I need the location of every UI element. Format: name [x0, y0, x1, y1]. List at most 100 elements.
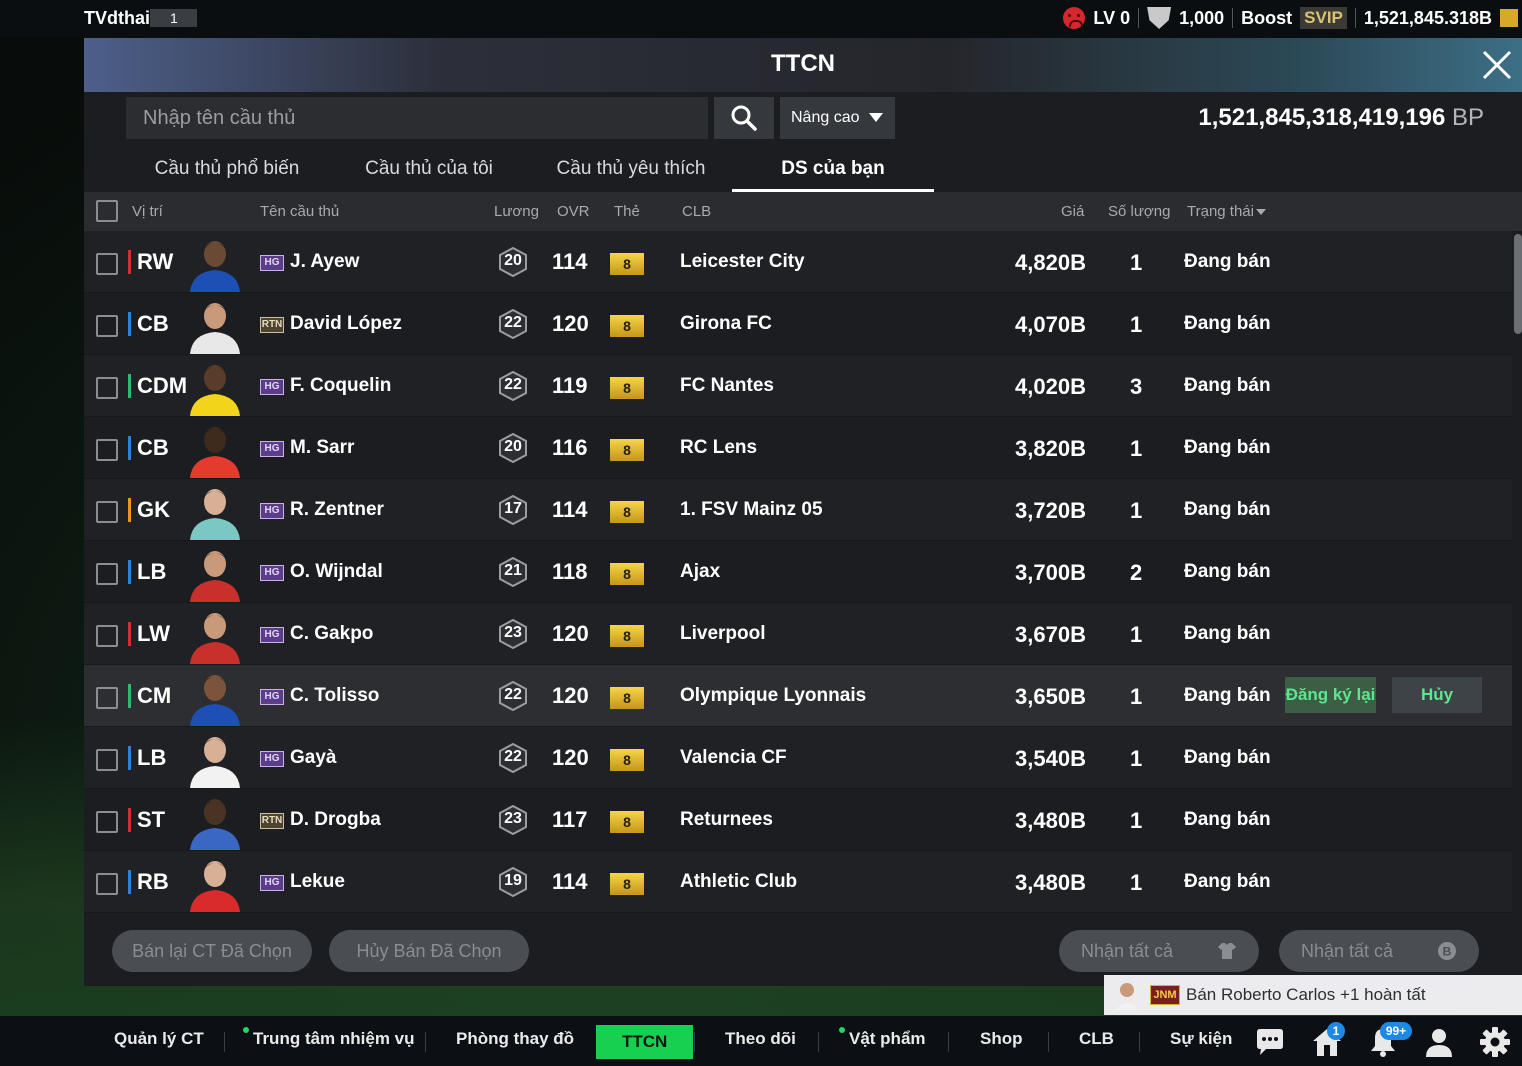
- season-badge: JNM: [1150, 985, 1180, 1005]
- table-row[interactable]: LB HG O. Wijndal 21 118 8 Ajax 3,700B 2 Đang bán: [84, 541, 1512, 603]
- chat-icon[interactable]: [1254, 1026, 1286, 1058]
- player-name[interactable]: David López: [290, 313, 402, 335]
- nav-locker-room[interactable]: Phòng thay đồ: [456, 1029, 574, 1049]
- relist-button[interactable]: Đăng ký lại: [1285, 677, 1376, 713]
- search-button[interactable]: [714, 97, 774, 139]
- row-checkbox[interactable]: [96, 439, 118, 461]
- player-position: RB: [128, 870, 169, 894]
- svip-badge[interactable]: SVIP: [1300, 7, 1347, 29]
- sale-notification[interactable]: JNM Bán Roberto Carlos +1 hoàn tất: [1104, 975, 1522, 1015]
- user-rank: 1: [150, 9, 197, 27]
- row-checkbox[interactable]: [96, 501, 118, 523]
- nav-transfer-market[interactable]: TTCN: [596, 1025, 694, 1059]
- close-icon[interactable]: [1480, 48, 1514, 82]
- resell-selected-button[interactable]: Bán lại CT Đã Chọn: [112, 930, 312, 972]
- row-checkbox[interactable]: [96, 253, 118, 275]
- player-name[interactable]: Lekue: [290, 871, 345, 893]
- search-input[interactable]: Nhập tên cầu thủ: [126, 97, 708, 139]
- tab-my-players[interactable]: Cầu thủ của tôi: [328, 152, 530, 192]
- table-row[interactable]: LB HG Gayà 22 120 8 Valencia CF 3,540B 1 Đang bán: [84, 727, 1512, 789]
- player-ovr: 120: [552, 745, 589, 770]
- row-checkbox[interactable]: [96, 315, 118, 337]
- tab-my-listings[interactable]: DS của bạn: [732, 152, 934, 192]
- nav-events[interactable]: Sự kiện: [1170, 1029, 1232, 1049]
- row-checkbox[interactable]: [96, 563, 118, 585]
- table-row[interactable]: CB RTN David López 22 120 8 Girona FC 4,070B 1 Đa…: [84, 293, 1512, 355]
- scrollbar[interactable]: [1514, 234, 1522, 334]
- player-name[interactable]: C. Gakpo: [290, 623, 373, 645]
- claim-all-bp-button[interactable]: Nhận tất cả B: [1279, 930, 1479, 972]
- player-avatar: [190, 241, 240, 292]
- col-ovr[interactable]: OVR: [557, 203, 590, 220]
- player-name[interactable]: F. Coquelin: [290, 375, 391, 397]
- col-status[interactable]: Trạng thái: [1187, 203, 1266, 220]
- player-position: LB: [128, 746, 166, 770]
- nav-player-management[interactable]: Quản lý CT: [114, 1029, 204, 1049]
- bp-coin-icon: B: [1438, 942, 1456, 960]
- player-name[interactable]: M. Sarr: [290, 437, 354, 459]
- col-quantity[interactable]: Số lượng: [1108, 203, 1170, 220]
- cancel-selected-button[interactable]: Hủy Bán Đã Chọn: [329, 930, 529, 972]
- listing-quantity: 3: [1130, 374, 1143, 399]
- col-club[interactable]: CLB: [682, 203, 711, 220]
- table-row[interactable]: GK HG R. Zentner 17 114 8 1. FSV Mainz 05 3,720…: [84, 479, 1512, 541]
- claim-all-items-button[interactable]: Nhận tất cả: [1059, 930, 1259, 972]
- cancel-listing-button[interactable]: Hủy: [1392, 677, 1482, 713]
- table-row[interactable]: CDM HG F. Coquelin 22 119 8 FC Nantes 4,020B 3 Đa…: [84, 355, 1512, 417]
- player-name[interactable]: C. Tolisso: [290, 685, 379, 707]
- player-club: Returnees: [680, 809, 773, 830]
- season-badge: HG: [260, 751, 284, 767]
- listing-price: 4,820B: [1015, 250, 1086, 275]
- mood-icon: [1063, 7, 1086, 29]
- nav-items[interactable]: Vật phẩm: [849, 1029, 926, 1049]
- card-level-badge: 8: [610, 563, 644, 585]
- player-name[interactable]: D. Drogba: [290, 809, 381, 831]
- table-row[interactable]: ST RTN D. Drogba 23 117 8 Returnees 3,480B 1 Đang…: [84, 789, 1512, 851]
- notification-dot: [243, 1027, 249, 1033]
- player-position: ST: [128, 808, 165, 832]
- tab-bar: Cầu thủ phổ biến Cầu thủ của tôi Cầu thủ…: [126, 152, 934, 192]
- profile-icon[interactable]: [1423, 1026, 1455, 1058]
- player-ovr: 120: [552, 311, 589, 336]
- tab-popular-players[interactable]: Cầu thủ phổ biến: [126, 152, 328, 192]
- table-row[interactable]: LW HG C. Gakpo 23 120 8 Liverpool 3,670B 1 Đang b…: [84, 603, 1512, 665]
- listing-price: 3,540B: [1015, 746, 1086, 771]
- row-checkbox[interactable]: [96, 749, 118, 771]
- gear-icon[interactable]: [1479, 1026, 1511, 1058]
- table-row[interactable]: RW HG J. Ayew 20 114 8 Leicester City 4,820B 1 Đa…: [84, 231, 1512, 293]
- table-row[interactable]: RB HG Lekue 19 114 8 Athletic Club 3,480B 1 Đang …: [84, 851, 1512, 913]
- card-level-badge: 8: [610, 501, 644, 523]
- row-checkbox[interactable]: [96, 873, 118, 895]
- player-name[interactable]: J. Ayew: [290, 251, 359, 273]
- row-checkbox[interactable]: [96, 811, 118, 833]
- player-name[interactable]: R. Zentner: [290, 499, 384, 521]
- nav-club[interactable]: CLB: [1079, 1029, 1114, 1049]
- nav-mission-center[interactable]: Trung tâm nhiệm vụ: [253, 1029, 415, 1049]
- player-name[interactable]: O. Wijndal: [290, 561, 383, 583]
- bp-coin-icon[interactable]: [1500, 9, 1518, 27]
- nav-shop[interactable]: Shop: [980, 1029, 1023, 1049]
- row-checkbox[interactable]: [96, 625, 118, 647]
- nav-watchlist[interactable]: Theo dõi: [725, 1029, 796, 1049]
- advanced-filter-dropdown[interactable]: Nâng cao: [780, 97, 895, 139]
- boost-label[interactable]: Boost: [1241, 8, 1292, 29]
- row-checkbox[interactable]: [96, 377, 118, 399]
- player-ovr: 119: [552, 373, 588, 398]
- col-card[interactable]: Thẻ: [614, 203, 640, 220]
- col-price[interactable]: Giá: [1061, 203, 1084, 220]
- col-position[interactable]: Vị trí: [132, 203, 163, 220]
- panel-title: TTCN: [771, 50, 835, 77]
- table-row[interactable]: CM HG C. Tolisso 22 120 8 Olympique Lyonnais 3,…: [84, 665, 1512, 727]
- select-all-checkbox[interactable]: [96, 200, 118, 222]
- col-salary[interactable]: Lương: [494, 203, 539, 220]
- table-row[interactable]: CB HG M. Sarr 20 116 8 RC Lens 3,820B 1 Đang bán: [84, 417, 1512, 479]
- listing-table: RW HG J. Ayew 20 114 8 Leicester City 4,820B 1 Đa…: [84, 231, 1512, 921]
- row-checkbox[interactable]: [96, 687, 118, 709]
- tab-favorite-players[interactable]: Cầu thủ yêu thích: [530, 152, 732, 192]
- season-badge: HG: [260, 503, 284, 519]
- player-name[interactable]: Gayà: [290, 747, 336, 769]
- divider: [1048, 1032, 1049, 1052]
- listing-price: 3,650B: [1015, 684, 1086, 709]
- chevron-down-icon: [869, 113, 883, 122]
- col-name[interactable]: Tên cầu thủ: [260, 203, 339, 220]
